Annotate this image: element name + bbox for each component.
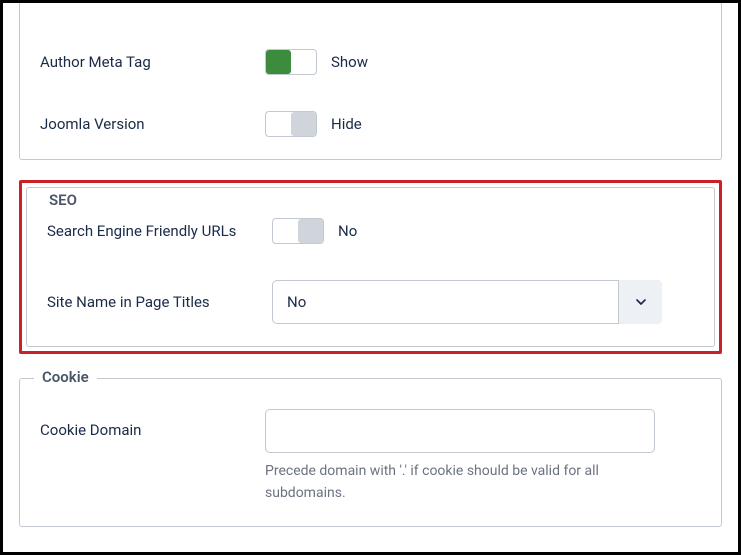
cookie-legend: Cookie xyxy=(34,368,97,386)
cookie-domain-input[interactable] xyxy=(265,409,655,453)
site-name-titles-select[interactable]: No xyxy=(272,280,662,324)
seo-legend: SEO xyxy=(41,191,85,209)
site-name-titles-label: Site Name in Page Titles xyxy=(47,293,272,311)
joomla-version-row: Joomla Version Hide xyxy=(40,93,701,137)
joomla-version-toggle[interactable] xyxy=(265,111,317,137)
sef-urls-label: Search Engine Friendly URLs xyxy=(47,222,272,240)
joomla-version-label: Joomla Version xyxy=(40,115,265,133)
site-name-titles-selected-value: No xyxy=(272,280,662,324)
joomla-version-state-text: Hide xyxy=(331,115,362,133)
sef-urls-toggle[interactable] xyxy=(272,218,324,244)
cookie-domain-row: Cookie Domain Precede domain with '.' if… xyxy=(40,391,701,504)
author-meta-tag-label: Author Meta Tag xyxy=(40,53,265,71)
cookie-section-wrap: Cookie Cookie Domain Precede domain with… xyxy=(19,378,722,527)
cookie-domain-help-text: Precede domain with '.' if cookie should… xyxy=(265,461,655,504)
toggle-knob xyxy=(298,219,323,243)
seo-fieldset: SEO Search Engine Friendly URLs No Site … xyxy=(26,187,715,347)
cookie-domain-label: Cookie Domain xyxy=(40,409,265,439)
toggle-knob xyxy=(266,50,291,74)
metadata-fieldset: Author Meta Tag Show Joomla Version Hide xyxy=(19,3,722,160)
author-meta-tag-row: Author Meta Tag Show xyxy=(40,31,701,93)
seo-section-highlight: SEO Search Engine Friendly URLs No Site … xyxy=(19,180,722,354)
sef-urls-row: Search Engine Friendly URLs No xyxy=(47,200,694,262)
toggle-knob xyxy=(291,112,316,136)
author-meta-tag-state-text: Show xyxy=(331,53,368,71)
author-meta-tag-toggle[interactable] xyxy=(265,49,317,75)
site-name-titles-row: Site Name in Page Titles No xyxy=(47,262,694,324)
sef-urls-state-text: No xyxy=(338,222,357,240)
cookie-fieldset: Cookie Cookie Domain Precede domain with… xyxy=(19,378,722,527)
